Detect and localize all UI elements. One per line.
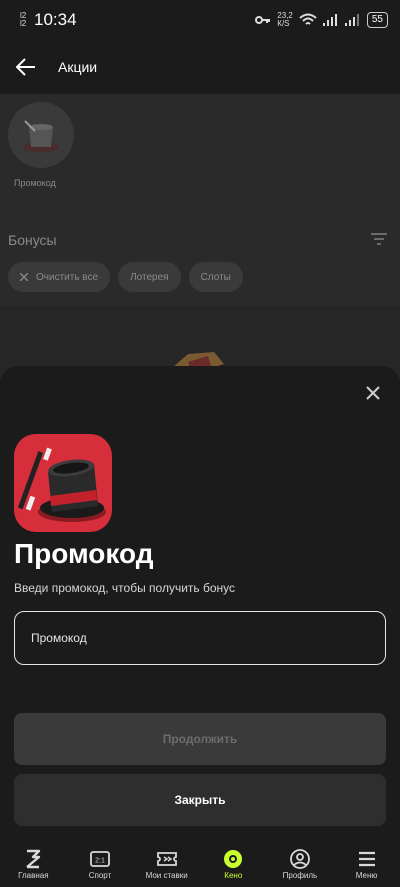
- promo-bottom-sheet: Промокод Введи промокод, чтобы получить …: [0, 366, 400, 844]
- sport-icon: 2:1: [90, 851, 110, 867]
- app-header: Акции: [0, 40, 400, 94]
- sheet-subtitle: Введи промокод, чтобы получить бонус: [14, 581, 236, 595]
- nav-label: Спорт: [88, 871, 112, 880]
- status-bar: l2 l2 10:34 23,2 К/S 55: [0, 0, 400, 40]
- sim-indicator: l2 l2: [20, 12, 32, 28]
- close-button[interactable]: Закрыть: [14, 774, 386, 826]
- home-icon: [26, 849, 41, 869]
- signal-icon-2: [344, 14, 359, 26]
- magic-hat-icon: [23, 120, 59, 152]
- speed-unit: К/S: [277, 19, 290, 28]
- continue-button[interactable]: Продолжить: [14, 713, 386, 765]
- wifi-icon: [299, 13, 317, 25]
- chip-label: Очистить все: [36, 271, 99, 283]
- chip-lottery[interactable]: Лотерея: [118, 262, 181, 292]
- key-icon: [255, 16, 271, 24]
- battery-indicator: 55: [366, 12, 388, 28]
- status-icons: 23,2 К/S 55: [255, 12, 388, 28]
- promo-category[interactable]: [8, 102, 74, 168]
- promo-category-label: Промокод: [14, 178, 56, 188]
- sim-bottom: l2: [20, 19, 27, 28]
- svg-text:2:1: 2:1: [95, 858, 105, 865]
- promo-app-icon: [14, 434, 112, 532]
- nav-item-sport[interactable]: 2:1 Спорт: [67, 844, 133, 880]
- bonuses-heading: Бонусы: [8, 232, 57, 248]
- nav-item-my-bets[interactable]: Мои ставки: [134, 844, 200, 880]
- keno-icon: [224, 850, 243, 868]
- nav-item-profile[interactable]: Профиль: [267, 844, 333, 880]
- chip-slots[interactable]: Слоты: [188, 262, 243, 292]
- close-icon[interactable]: [364, 384, 382, 402]
- nav-label: Меню: [355, 871, 378, 880]
- nav-label: Мои ставки: [145, 871, 188, 880]
- profile-icon: [290, 849, 310, 869]
- nav-label: Главная: [18, 871, 49, 880]
- nav-item-home[interactable]: Главная: [0, 844, 66, 880]
- signal-icon-1: [322, 14, 337, 26]
- promo-code-input[interactable]: [14, 611, 386, 665]
- background-content: Промокод Бонусы Очистить все Лотерея Сло…: [0, 94, 400, 396]
- chip-clear-all[interactable]: Очистить все: [8, 262, 111, 292]
- filter-icon[interactable]: [370, 232, 388, 246]
- back-arrow-icon[interactable]: [16, 58, 36, 76]
- nav-item-keno[interactable]: Кено: [200, 844, 266, 880]
- magic-hat-icon: [17, 447, 106, 522]
- filter-chips: Очистить все Лотерея Слоты: [8, 262, 243, 292]
- nav-item-menu[interactable]: Меню: [334, 844, 400, 880]
- ticket-icon: [156, 852, 177, 866]
- nav-label: Кено: [224, 871, 243, 880]
- network-speed: 23,2 К/S: [277, 12, 293, 28]
- chip-label: Лотерея: [130, 271, 169, 283]
- bottom-nav: Главная 2:1 Спорт Мои ставки Кено Профил…: [0, 844, 400, 887]
- menu-icon: [358, 851, 375, 867]
- clear-x-icon: [20, 273, 28, 281]
- chip-label: Слоты: [200, 271, 231, 283]
- page-title: Акции: [58, 59, 98, 75]
- sheet-title: Промокод: [14, 538, 154, 569]
- nav-label: Профиль: [282, 871, 318, 880]
- clock: 10:34: [34, 10, 77, 29]
